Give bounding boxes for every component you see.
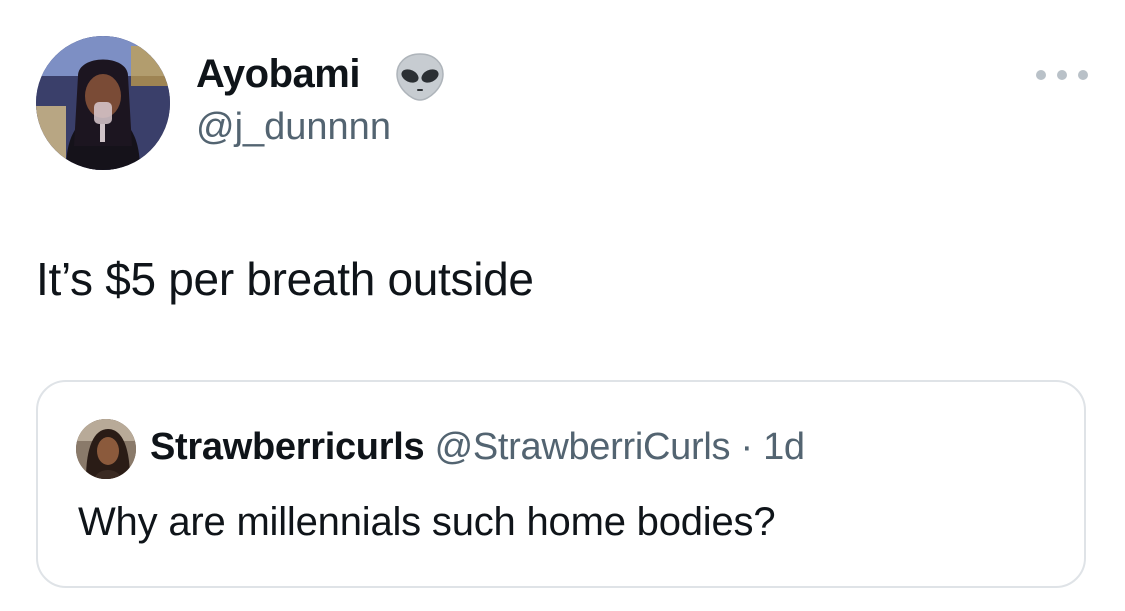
ellipsis-icon <box>1078 70 1088 80</box>
ellipsis-icon <box>1057 70 1067 80</box>
author-avatar[interactable] <box>36 36 170 170</box>
author-handle[interactable]: @j_dunnnn <box>196 106 391 149</box>
quoted-author-avatar-photo <box>76 419 136 479</box>
alien-emoji-icon <box>393 52 447 102</box>
quoted-tweet-text: Why are millennials such home bodies? <box>78 500 776 544</box>
author-display-name[interactable]: Ayobami <box>196 52 360 97</box>
quoted-author-avatar[interactable] <box>76 419 136 479</box>
more-options-button[interactable] <box>1036 62 1088 88</box>
quoted-tweet-card[interactable]: Strawberricurls @StrawberriCurls · 1d Wh… <box>36 380 1086 588</box>
quoted-author-handle[interactable]: @StrawberriCurls <box>435 426 731 468</box>
quoted-tweet-header: Strawberricurls @StrawberriCurls · 1d <box>150 426 805 469</box>
header-separator: · <box>740 426 753 468</box>
quoted-tweet-timestamp[interactable]: 1d <box>763 426 805 468</box>
tweet-text: It’s $5 per breath outside <box>36 253 534 305</box>
quoted-author-display-name[interactable]: Strawberricurls <box>150 426 425 468</box>
ellipsis-icon <box>1036 70 1046 80</box>
author-avatar-photo <box>36 36 170 170</box>
